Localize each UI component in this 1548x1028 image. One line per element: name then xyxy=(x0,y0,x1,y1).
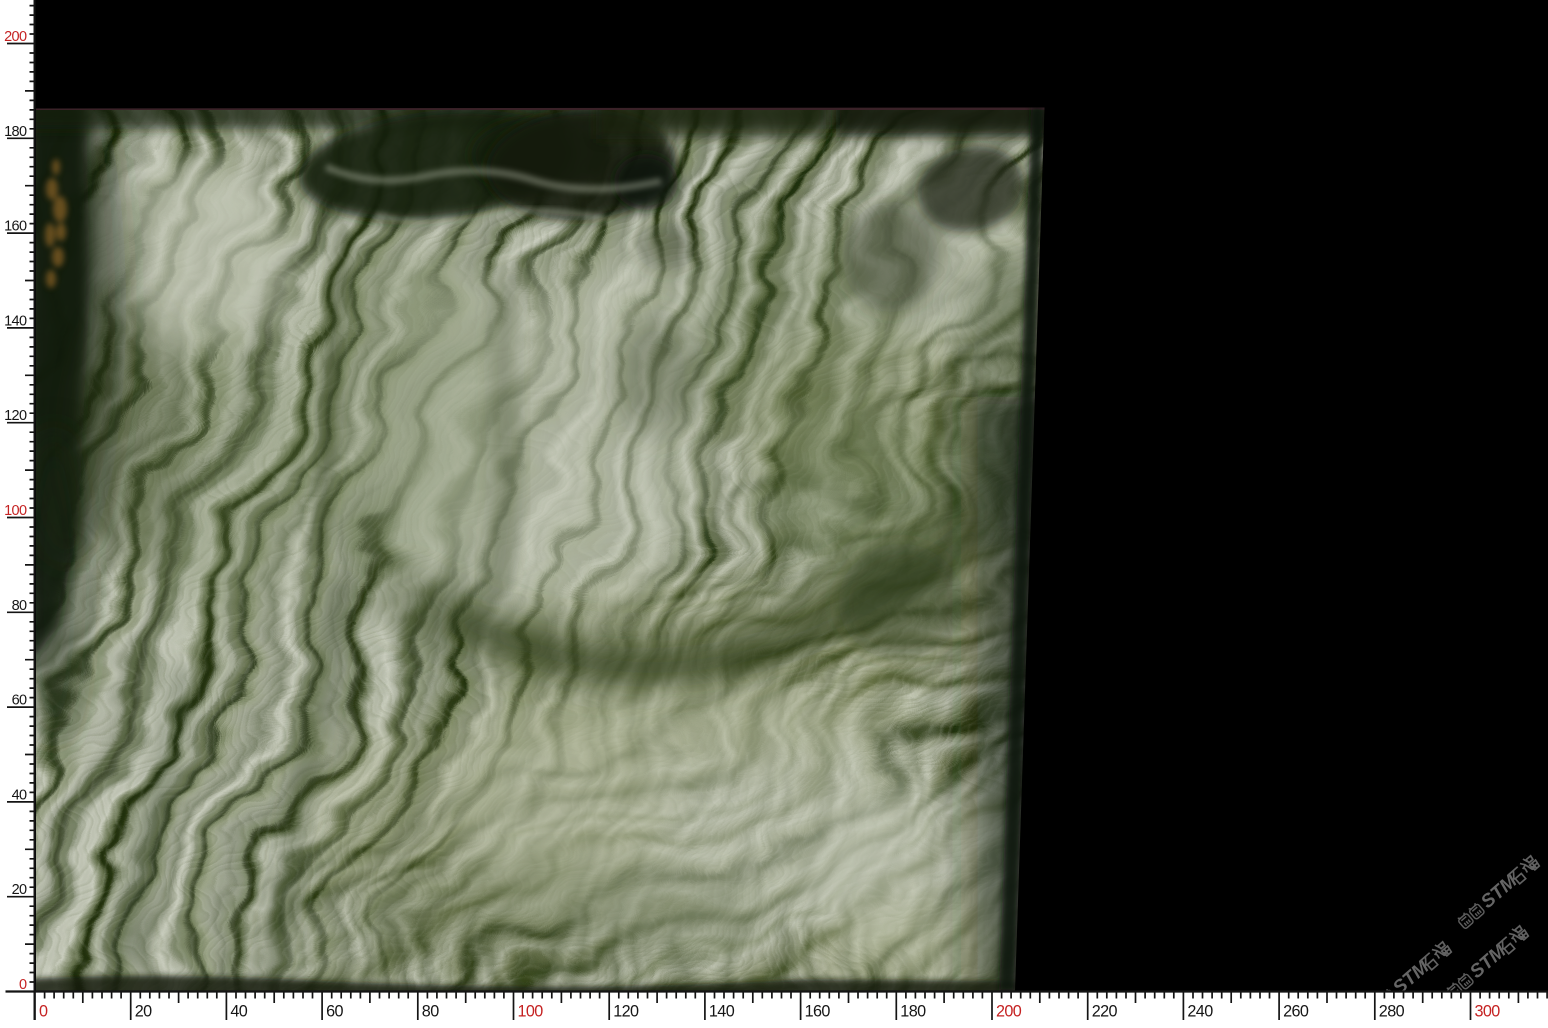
svg-text:0: 0 xyxy=(39,1003,48,1021)
svg-text:100: 100 xyxy=(4,503,27,519)
svg-text:140: 140 xyxy=(4,313,27,329)
svg-text:0: 0 xyxy=(19,977,27,993)
svg-text:240: 240 xyxy=(1187,1003,1213,1021)
svg-text:60: 60 xyxy=(12,693,27,709)
svg-text:140: 140 xyxy=(709,1003,735,1021)
svg-text:160: 160 xyxy=(805,1003,831,1021)
svg-text:80: 80 xyxy=(12,598,27,614)
svg-text:220: 220 xyxy=(1092,1003,1118,1021)
svg-text:180: 180 xyxy=(4,124,27,140)
svg-text:160: 160 xyxy=(4,219,27,235)
svg-text:20: 20 xyxy=(12,882,27,898)
svg-text:200: 200 xyxy=(4,29,27,45)
svg-text:260: 260 xyxy=(1283,1003,1309,1021)
svg-text:120: 120 xyxy=(613,1003,639,1021)
svg-text:80: 80 xyxy=(422,1003,439,1021)
svg-text:60: 60 xyxy=(326,1003,343,1021)
svg-text:100: 100 xyxy=(518,1003,544,1021)
svg-text:40: 40 xyxy=(12,787,27,803)
svg-text:20: 20 xyxy=(135,1003,152,1021)
svg-text:180: 180 xyxy=(900,1003,926,1021)
svg-text:40: 40 xyxy=(230,1003,247,1021)
svg-text:300: 300 xyxy=(1475,1003,1501,1021)
svg-text:280: 280 xyxy=(1379,1003,1405,1021)
svg-text:120: 120 xyxy=(4,408,27,424)
svg-text:200: 200 xyxy=(996,1003,1022,1021)
